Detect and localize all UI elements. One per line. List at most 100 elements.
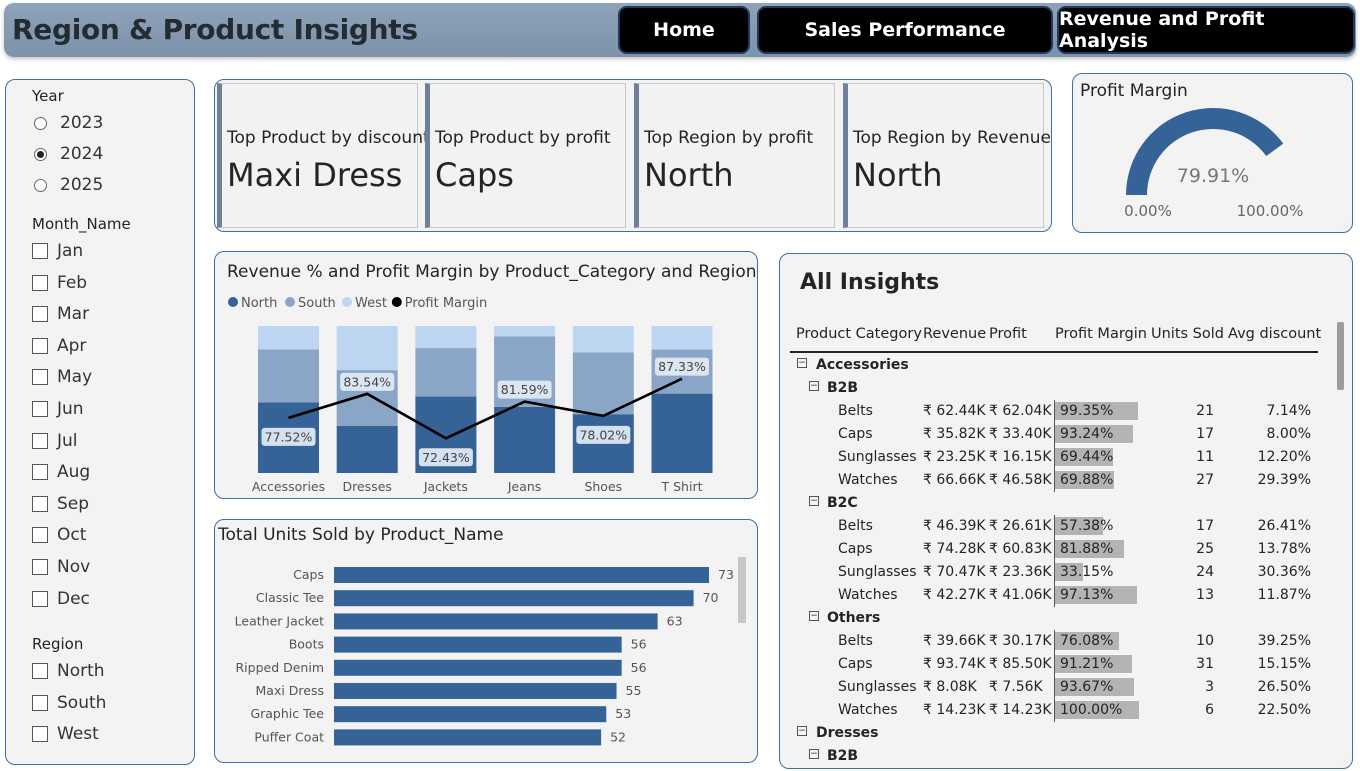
radio-button[interactable] [34, 116, 47, 130]
month-option-jun[interactable]: Jun [32, 399, 84, 419]
bar-maxi-dress[interactable] [334, 683, 617, 699]
bar-dresses-west[interactable] [336, 326, 398, 371]
month-option-nov[interactable]: Nov [32, 557, 90, 577]
checkbox[interactable] [32, 274, 48, 291]
year-option-2025[interactable]: 2025 [32, 175, 103, 195]
month-option-label: Sep [57, 493, 90, 514]
bar-jeans-north[interactable] [494, 406, 556, 473]
year-option-2023[interactable]: 2023 [32, 113, 103, 133]
bar-ripped-denim[interactable] [334, 659, 622, 676]
collapse-icon[interactable]: − [797, 726, 807, 736]
units-sold-cell: 21 [1196, 403, 1214, 419]
group-row-dresses: − Dresses [790, 722, 1318, 745]
bar-jackets-west[interactable] [415, 326, 477, 349]
revenue-profit-chart: North South West Profit Margin Accessories Dr… [228, 296, 713, 494]
month-option-jul[interactable]: Jul [32, 431, 78, 451]
bar-t-shirt-west[interactable] [651, 326, 713, 350]
column-header[interactable]: Revenue [923, 326, 986, 342]
checkbox[interactable] [32, 559, 48, 575]
month-option-aug[interactable]: Aug [32, 462, 90, 482]
table-scrollbar[interactable] [1337, 322, 1344, 390]
column-header[interactable]: Profit [989, 326, 1027, 342]
product-name-cell: Sunglasses [838, 449, 917, 465]
radio-button[interactable] [34, 147, 47, 161]
region-option-north[interactable]: North [32, 661, 105, 681]
month-option-feb[interactable]: Feb [32, 273, 87, 293]
checkbox[interactable] [32, 432, 48, 449]
table-row: Sunglasses ₹ 8.08K ₹ 7.56K 93.67% 3 26.50% [790, 676, 1318, 699]
product-name-cell: Belts [838, 403, 873, 419]
checkbox[interactable] [32, 694, 48, 711]
legend-label: North [241, 296, 277, 311]
bar-leather-jacket[interactable] [334, 613, 658, 630]
month-option-apr[interactable]: Apr [32, 336, 86, 356]
profit-cell: ₹ 62.04K [989, 403, 1052, 419]
profit-cell: ₹ 41.06K [989, 587, 1052, 603]
month-option-jan[interactable]: Jan [32, 241, 83, 261]
gauge-min-label: 0.00% [1124, 202, 1172, 220]
checkbox[interactable] [32, 337, 48, 354]
checkbox[interactable] [32, 464, 48, 481]
bar-graphic-tee[interactable] [334, 706, 607, 723]
bar-boots[interactable] [334, 636, 622, 653]
region-option-west[interactable]: West [32, 724, 99, 744]
bar-value-label: 53 [615, 706, 631, 721]
radio-button[interactable] [34, 178, 47, 192]
units-sold-chart-card: Total Units Sold by Product_Name Caps 73 C… [214, 519, 758, 763]
bar-dresses-north[interactable] [336, 425, 398, 473]
column-header[interactable]: Product Category [796, 326, 922, 342]
checkbox[interactable] [32, 590, 48, 607]
checkbox[interactable] [32, 401, 48, 417]
bar-caps[interactable] [334, 567, 709, 583]
column-header[interactable]: Profit Margin [1055, 326, 1147, 342]
month-option-may[interactable]: May [32, 367, 92, 387]
gauge-max-label: 100.00% [1237, 202, 1304, 220]
collapse-icon[interactable]: − [809, 496, 819, 506]
segment-label: B2B [827, 748, 859, 764]
region-option-south[interactable]: South [32, 693, 106, 713]
checkbox[interactable] [32, 527, 48, 544]
nav-sales-performance-button[interactable]: Sales Performance [757, 6, 1053, 54]
bar-jackets-south[interactable] [415, 348, 477, 397]
month-option-dec[interactable]: Dec [32, 589, 90, 609]
column-header[interactable]: Units Sold [1151, 326, 1224, 342]
segment-row-b2b: − B2B [790, 377, 1318, 400]
checkbox[interactable] [32, 663, 48, 679]
bar-accessories-west[interactable] [258, 326, 319, 350]
nav-home-button[interactable]: Home [618, 6, 750, 54]
month-option-oct[interactable]: Oct [32, 525, 86, 545]
units-sold-cell: 25 [1196, 541, 1214, 557]
table-row: Belts ₹ 62.44K ₹ 62.04K 99.35% 21 7.14% [790, 400, 1318, 423]
units-sold-cell: 17 [1196, 518, 1214, 534]
collapse-icon[interactable]: − [809, 611, 819, 621]
month-option-mar[interactable]: Mar [32, 304, 89, 324]
region-filter-title: Region [32, 635, 84, 653]
month-option-label: Jul [57, 430, 78, 451]
collapse-icon[interactable]: − [809, 749, 819, 759]
bar-jeans-west[interactable] [494, 326, 556, 337]
month-option-sep[interactable]: Sep [32, 494, 89, 514]
checkbox[interactable] [32, 306, 48, 323]
bar-accessories-south[interactable] [258, 349, 319, 403]
checkbox[interactable] [32, 495, 48, 512]
month-option-label: May [57, 367, 93, 388]
bar-t-shirt-north[interactable] [651, 393, 713, 473]
bar-classic-tee[interactable] [334, 590, 694, 607]
checkbox[interactable] [32, 369, 48, 386]
column-header[interactable]: Avg discount [1228, 326, 1321, 342]
checkbox[interactable] [32, 726, 48, 743]
chart-scrollbar[interactable] [738, 557, 746, 623]
year-option-2024[interactable]: 2024 [32, 144, 103, 164]
nav-revenue-profit-button[interactable]: Revenue and Profit Analysis [1057, 6, 1355, 54]
kpi-value: North [644, 156, 734, 194]
checkbox[interactable] [32, 243, 48, 259]
collapse-icon[interactable]: − [809, 381, 819, 391]
all-insights-table-card: All Insights Product Category Revenue Pr… [779, 253, 1353, 769]
x-tick-label: Jackets [423, 479, 468, 494]
profit-cell: ₹ 16.15K [989, 449, 1052, 465]
bar-puffer-coat[interactable] [334, 729, 602, 746]
year-option-label: 2025 [60, 175, 104, 195]
bar-shoes-west[interactable] [572, 326, 634, 353]
legend-marker [285, 297, 295, 307]
collapse-icon[interactable]: − [797, 358, 807, 368]
